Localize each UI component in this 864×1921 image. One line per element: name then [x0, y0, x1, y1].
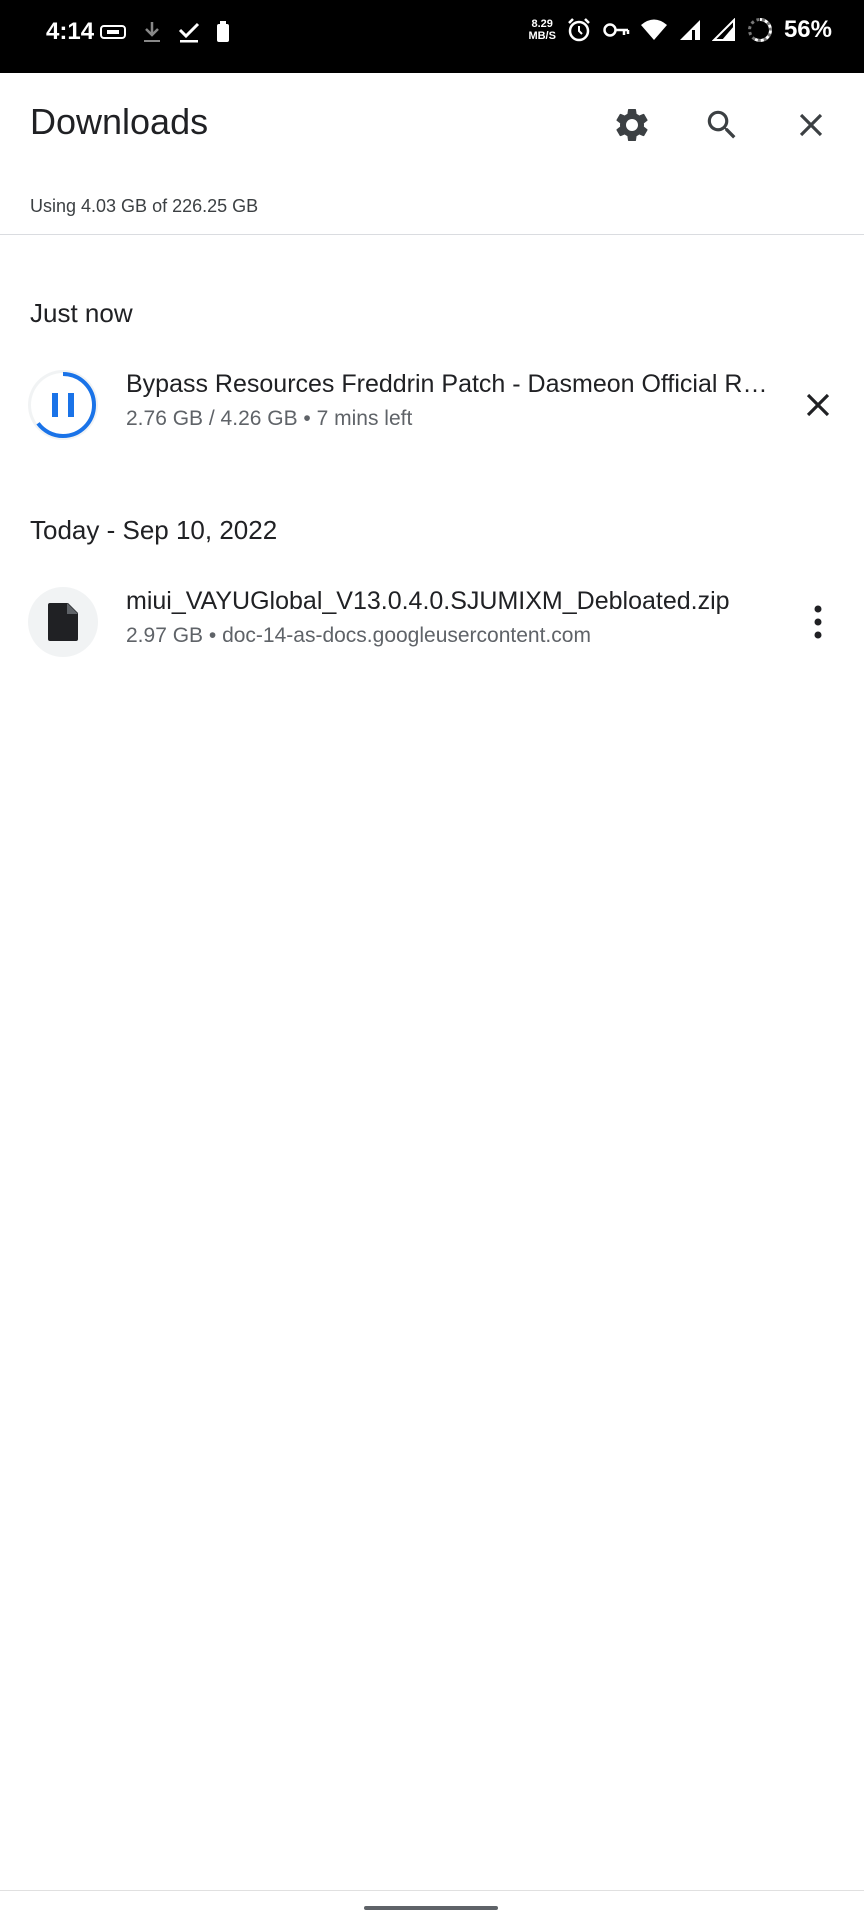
system-navigation-bar	[0, 1890, 864, 1921]
vpn-key-icon	[602, 20, 630, 40]
home-gesture-handle[interactable]	[364, 1906, 498, 1910]
alarm-icon	[566, 17, 592, 43]
download-item-completed[interactable]: miui_VAYUGlobal_V13.0.4.0.SJUMIXM_Debloa…	[0, 577, 864, 667]
status-bar: 4:14 8.29 MB/S 56%	[0, 0, 864, 73]
section-title-just-now: Just now	[30, 298, 133, 328]
search-button[interactable]	[698, 101, 746, 149]
battery-percent: 56%	[783, 16, 832, 43]
download-title[interactable]: Bypass Resources Freddrin Patch - Dasmeo…	[126, 370, 772, 399]
settings-button[interactable]	[608, 101, 656, 149]
signal-icon	[678, 18, 702, 42]
section-title-today: Today - Sep 10, 2022	[30, 515, 278, 545]
download-item-in-progress[interactable]: Bypass Resources Freddrin Patch - Dasmeo…	[0, 360, 864, 450]
close-icon	[792, 106, 830, 144]
signal-icon	[711, 18, 736, 42]
battery-small-icon	[216, 20, 230, 44]
file-thumbnail	[28, 587, 98, 657]
status-time: 4:14	[46, 18, 95, 45]
file-icon	[46, 602, 80, 642]
divider	[0, 234, 864, 235]
status-system-icons: 8.29 MB/S 56%	[528, 16, 832, 44]
app-header: Downloads	[0, 73, 864, 177]
page-title: Downloads	[30, 101, 209, 142]
wifi-icon	[640, 18, 668, 42]
download-icon	[142, 20, 162, 44]
more-vert-icon	[812, 604, 824, 640]
network-speed: 8.29 MB/S	[528, 18, 556, 42]
network-speed-value: 8.29	[531, 18, 553, 30]
storage-summary: Using 4.03 GB of 226.25 GB	[30, 196, 259, 216]
download-title[interactable]: miui_VAYUGlobal_V13.0.4.0.SJUMIXM_Debloa…	[126, 587, 772, 616]
pause-button[interactable]	[28, 370, 98, 440]
gear-icon	[612, 105, 652, 145]
close-button[interactable]	[787, 101, 835, 149]
check-icon	[178, 20, 200, 44]
search-icon	[703, 106, 741, 144]
cancel-icon	[799, 386, 837, 424]
pause-icon	[28, 370, 98, 440]
more-options-button[interactable]	[794, 598, 842, 646]
download-subtitle: 2.97 GB • doc-14-as-docs.googleuserconte…	[126, 624, 591, 647]
status-notification-icons	[100, 20, 230, 44]
network-speed-unit: MB/S	[528, 30, 556, 42]
cancel-download-button[interactable]	[794, 381, 842, 429]
sim-icon	[100, 24, 126, 40]
battery-ring-icon	[746, 16, 774, 44]
download-subtitle: 2.76 GB / 4.26 GB • 7 mins left	[126, 407, 413, 430]
